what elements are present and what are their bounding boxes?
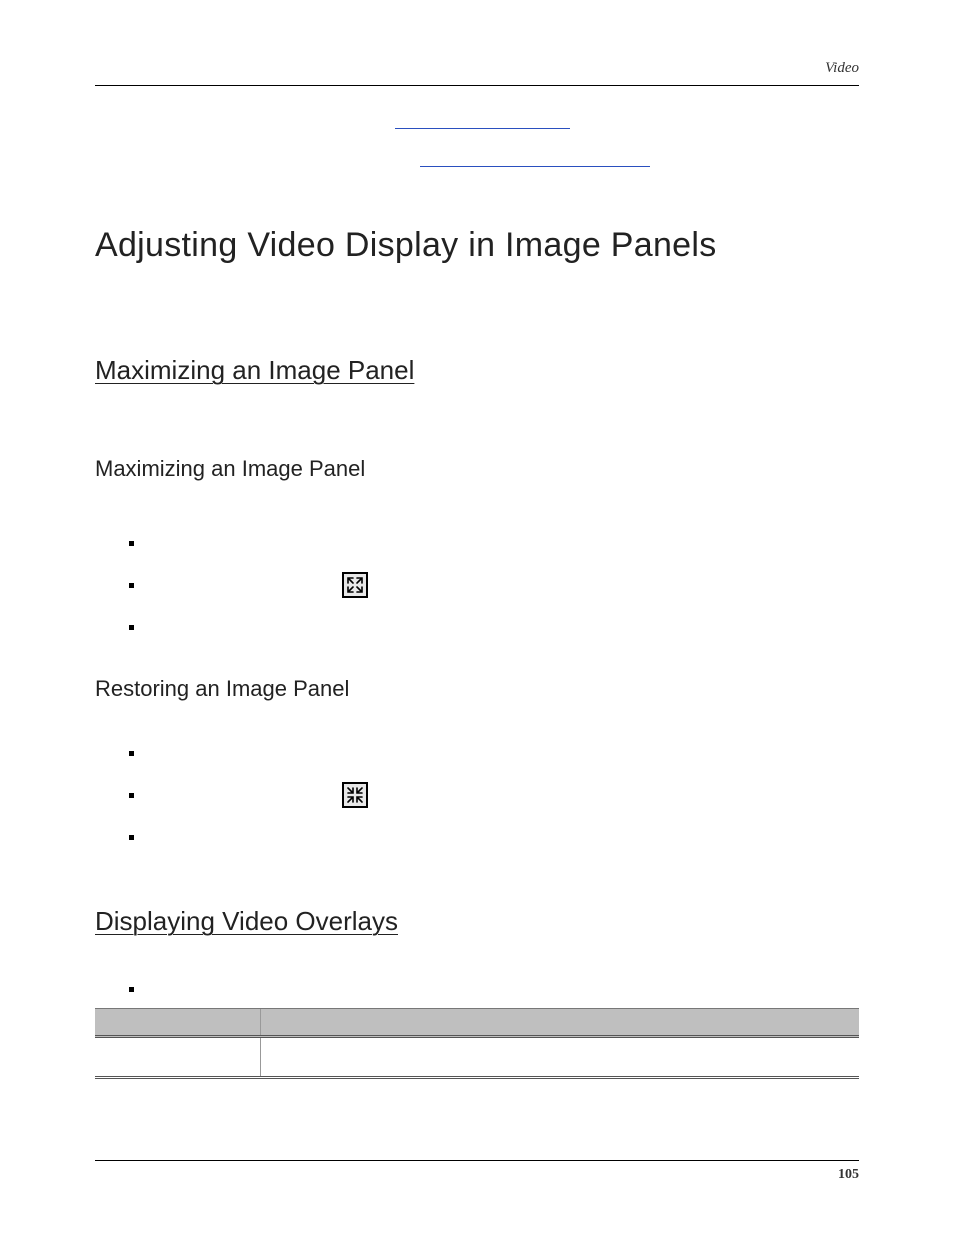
page-number: 105 xyxy=(95,1167,859,1183)
table-cell xyxy=(261,1038,859,1076)
list-item xyxy=(129,606,859,648)
header-rule xyxy=(95,85,859,86)
bullet-icon xyxy=(129,541,134,546)
table-header-row xyxy=(95,1008,859,1038)
section-maximizing-heading: Maximizing an Image Panel xyxy=(95,355,859,386)
restore-icon xyxy=(342,782,368,808)
list-item xyxy=(129,564,859,606)
maximize-icon xyxy=(342,572,368,598)
restore-steps-list xyxy=(129,732,859,858)
footer-rule xyxy=(95,1160,859,1161)
bullet-icon xyxy=(129,793,134,798)
table-header-cell xyxy=(261,1009,859,1035)
cross-reference-link[interactable] xyxy=(395,128,570,129)
page-footer: 105 xyxy=(95,1160,859,1183)
bullet-icon xyxy=(129,835,134,840)
list-item xyxy=(129,522,859,564)
list-item xyxy=(129,816,859,858)
bullet-icon xyxy=(129,625,134,630)
bullet-icon xyxy=(129,751,134,756)
bullet-icon xyxy=(129,583,134,588)
section-overlays-heading: Displaying Video Overlays xyxy=(95,906,859,937)
subsection-maximizing: Maximizing an Image Panel xyxy=(95,456,859,482)
list-item xyxy=(129,732,859,774)
overlays-table xyxy=(95,1008,859,1079)
cross-reference-link[interactable] xyxy=(420,166,650,167)
table-row xyxy=(95,1038,859,1079)
bullet-icon xyxy=(129,987,134,992)
header-section-label: Video xyxy=(825,60,859,77)
list-item xyxy=(129,774,859,816)
page-header: Video xyxy=(95,60,859,82)
maximize-steps-list xyxy=(129,522,859,648)
document-page: Video Adjusting Video Display in Image P… xyxy=(0,0,954,1235)
table-header-cell xyxy=(95,1009,261,1035)
overlays-intro-item xyxy=(129,987,859,992)
page-title: Adjusting Video Display in Image Panels xyxy=(95,226,859,265)
cross-reference-links xyxy=(95,122,859,182)
subsection-restoring: Restoring an Image Panel xyxy=(95,676,859,702)
table-cell xyxy=(95,1038,261,1076)
